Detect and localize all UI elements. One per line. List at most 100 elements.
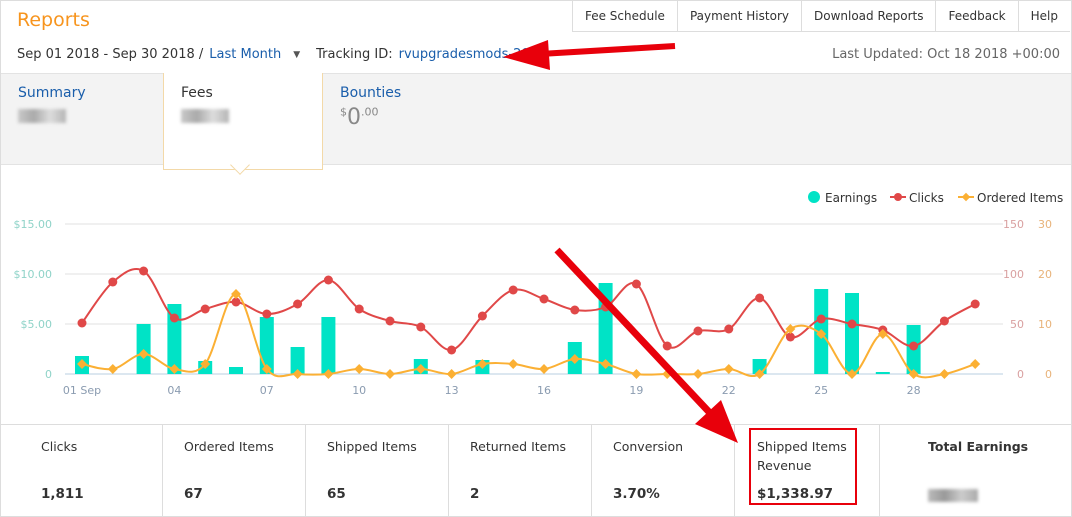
clicks-point bbox=[200, 304, 210, 314]
x-tick: 19 bbox=[629, 384, 643, 397]
y-left-tick: 0 bbox=[45, 368, 52, 381]
clicks-point bbox=[139, 266, 149, 276]
clicks-point bbox=[169, 313, 179, 323]
clicks-point bbox=[570, 305, 580, 315]
clicks-point bbox=[508, 285, 518, 295]
nav-feedback[interactable]: Feedback bbox=[936, 1, 1019, 31]
legend-ordered-items: Ordered Items bbox=[977, 191, 1063, 205]
clicks-point bbox=[724, 324, 734, 334]
legend-earnings-icon bbox=[808, 191, 820, 203]
stat-returned-items: Returned Items 2 bbox=[449, 425, 592, 516]
y-right-clicks-tick: 0 bbox=[1017, 368, 1024, 381]
tab-label: Summary bbox=[18, 85, 86, 101]
earnings-bar bbox=[136, 324, 151, 374]
legend-clicks: Clicks bbox=[909, 191, 944, 205]
tab-label: Fees bbox=[181, 85, 213, 101]
ordered-items-point bbox=[107, 364, 118, 374]
y-left-tick: $15.00 bbox=[14, 218, 53, 231]
clicks-point bbox=[939, 316, 949, 326]
ordered-items-point bbox=[539, 364, 549, 374]
nav-download-reports[interactable]: Download Reports bbox=[802, 1, 937, 31]
clicks-point bbox=[108, 277, 118, 287]
y-left-tick: $10.00 bbox=[14, 268, 53, 281]
tab-summary[interactable]: Summary bbox=[1, 73, 163, 165]
ordered-items-point bbox=[631, 369, 642, 379]
clicks-point bbox=[323, 275, 333, 285]
clicks-point bbox=[601, 302, 611, 312]
clicks-point bbox=[293, 299, 303, 309]
nav-help[interactable]: Help bbox=[1019, 1, 1070, 31]
date-preset-dropdown[interactable]: Last Month bbox=[209, 47, 281, 62]
ordered-items-point bbox=[385, 369, 395, 379]
legend-clicks-icon bbox=[894, 193, 902, 201]
y-left-tick: $5.00 bbox=[21, 318, 53, 331]
clicks-point bbox=[970, 299, 980, 309]
y-right-clicks-tick: 50 bbox=[1010, 318, 1024, 331]
x-tick: 10 bbox=[352, 384, 366, 397]
stat-shipped-items: Shipped Items 65 bbox=[306, 425, 449, 516]
tab-fees[interactable]: Fees bbox=[163, 73, 323, 170]
clicks-point bbox=[662, 341, 672, 351]
nav-payment-history[interactable]: Payment History bbox=[678, 1, 802, 31]
x-tick: 13 bbox=[445, 384, 459, 397]
top-nav: Fee Schedule Payment History Download Re… bbox=[571, 1, 1070, 32]
earnings-bar bbox=[321, 317, 336, 374]
ordered-items-point bbox=[446, 369, 457, 379]
y-right-items-tick: 30 bbox=[1038, 218, 1052, 231]
stat-clicks: Clicks 1,811 bbox=[1, 425, 163, 516]
chevron-down-icon[interactable]: ▼ bbox=[293, 50, 300, 60]
ordered-items-point bbox=[970, 359, 981, 369]
stats-row: Clicks 1,811 Ordered Items 67 Shipped Item… bbox=[1, 424, 1071, 516]
ordered-items-point bbox=[508, 359, 519, 369]
x-tick: 07 bbox=[260, 384, 274, 397]
tab-label: Bounties bbox=[340, 85, 402, 101]
highlight-box bbox=[749, 428, 857, 505]
clicks-point bbox=[477, 311, 487, 321]
earnings-chart: 0 0 0 $5.00 50 10 $10.00 100 20 $15.00 150 30 01 Sep… bbox=[14, 191, 1063, 397]
clicks-point bbox=[385, 316, 395, 326]
ordered-items-point bbox=[662, 369, 673, 379]
x-tick: 16 bbox=[537, 384, 551, 397]
y-right-items-tick: 0 bbox=[1045, 368, 1052, 381]
redacted-value bbox=[181, 109, 229, 123]
chevron-down-icon[interactable]: ▼ bbox=[542, 50, 549, 60]
y-right-clicks-tick: 150 bbox=[1003, 218, 1024, 231]
legend-ordered-items-icon bbox=[961, 192, 971, 202]
clicks-point bbox=[847, 319, 857, 329]
ordered-items-point bbox=[354, 364, 365, 374]
earnings-bar bbox=[875, 372, 890, 374]
date-range: Sep 01 2018 - Sep 30 2018 / bbox=[17, 47, 204, 62]
clicks-point bbox=[447, 345, 457, 355]
redacted-value bbox=[18, 109, 66, 123]
page-title: Reports bbox=[17, 9, 90, 31]
stat-conversion: Conversion 3.70% bbox=[592, 425, 735, 516]
bounties-amount: $0.00 bbox=[340, 105, 379, 130]
y-right-clicks-tick: 100 bbox=[1003, 268, 1024, 281]
y-right-items-tick: 20 bbox=[1038, 268, 1052, 281]
redacted-value bbox=[928, 489, 978, 502]
x-tick: 25 bbox=[814, 384, 828, 397]
clicks-point bbox=[262, 309, 272, 319]
clicks-point bbox=[816, 314, 826, 324]
earnings-bar bbox=[845, 293, 859, 374]
earnings-bar bbox=[229, 367, 243, 374]
last-updated: Last Updated: Oct 18 2018 +00:00 bbox=[832, 47, 1060, 62]
clicks-point bbox=[909, 341, 919, 351]
clicks-point bbox=[354, 304, 364, 314]
tracking-id-dropdown[interactable]: rvupgradesmods-20 bbox=[399, 47, 530, 62]
ordered-items-point bbox=[693, 369, 703, 379]
x-tick: 22 bbox=[722, 384, 736, 397]
clicks-point bbox=[416, 322, 426, 332]
ordered-items-point bbox=[723, 364, 734, 374]
legend-earnings: Earnings bbox=[825, 191, 877, 205]
clicks-point bbox=[755, 293, 765, 303]
tab-bounties[interactable]: Bounties $0.00 bbox=[323, 73, 483, 165]
stat-total-earnings: Total Earnings bbox=[880, 425, 1071, 516]
filter-row: Sep 01 2018 - Sep 30 2018 / Last Month ▼… bbox=[17, 47, 559, 62]
stat-ordered-items: Ordered Items 67 bbox=[163, 425, 306, 516]
ordered-items-point bbox=[939, 369, 950, 379]
nav-fee-schedule[interactable]: Fee Schedule bbox=[573, 1, 678, 31]
clicks-point bbox=[631, 279, 641, 289]
clicks-point bbox=[539, 294, 549, 304]
x-tick: 01 Sep bbox=[63, 384, 101, 397]
